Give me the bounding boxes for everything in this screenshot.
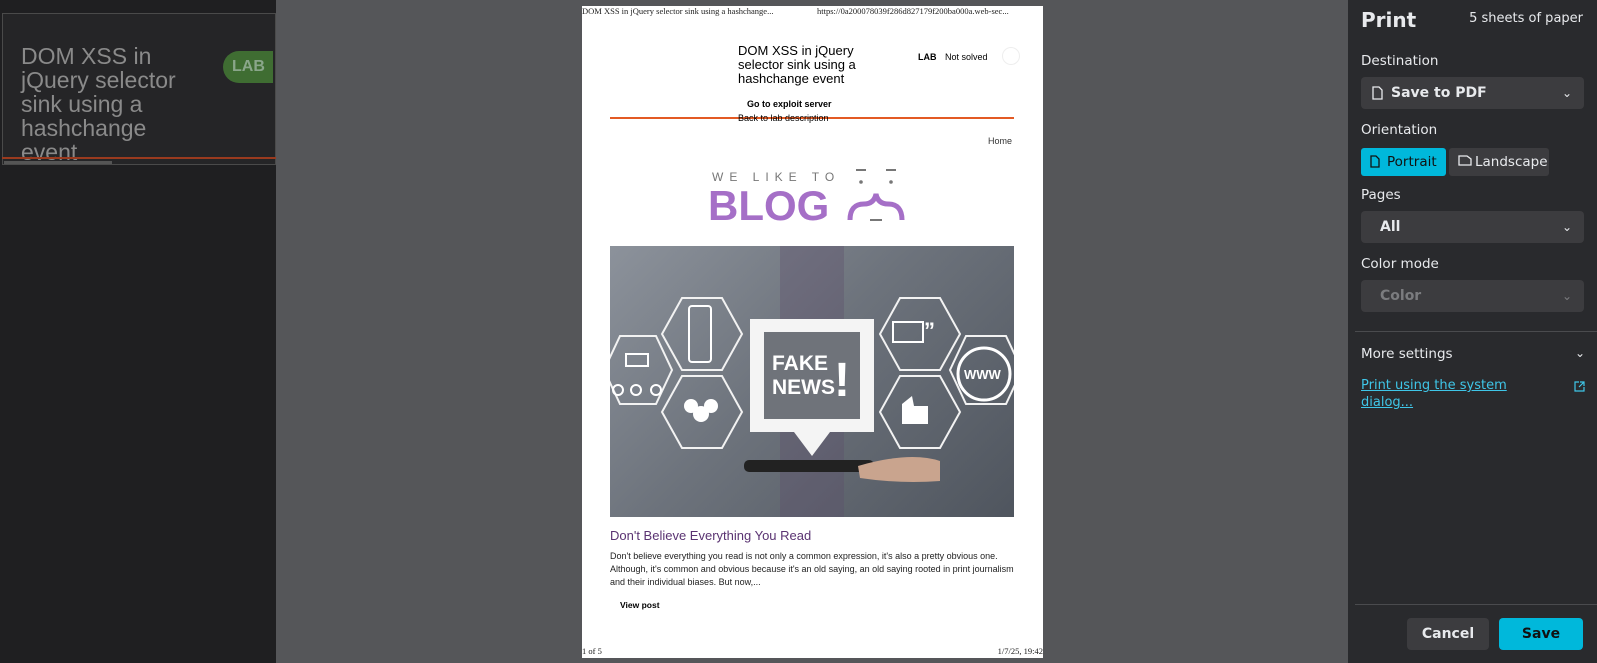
scroll-indicator — [4, 161, 112, 164]
system-dialog-link[interactable]: Print using the system dialog... — [1361, 377, 1521, 411]
color-mode-select[interactable]: Color ⌄ — [1361, 280, 1584, 312]
logo-face-icon — [847, 169, 905, 221]
destination-value: Save to PDF — [1391, 85, 1487, 101]
orientation-portrait-button[interactable]: Portrait — [1361, 148, 1446, 176]
color-mode-value: Color — [1380, 288, 1422, 304]
lab-status: Not solved — [945, 52, 988, 62]
lab-label: LAB — [918, 52, 937, 62]
back-to-description-link: Back to lab description — [738, 113, 829, 123]
banner-divider — [2, 157, 276, 159]
post-excerpt: Don't believe everything you read is not… — [610, 551, 1014, 587]
print-title: Print — [1361, 8, 1417, 32]
fake-news-line1: FAKE — [772, 352, 828, 375]
blog-logo: BLOG — [708, 182, 830, 229]
save-button[interactable]: Save — [1499, 618, 1583, 650]
exploit-server-link: Go to exploit server — [747, 99, 832, 109]
settings-divider — [1355, 331, 1597, 332]
page-footer-date: 1/7/25, 19:42 — [997, 646, 1043, 656]
orientation-landscape-button[interactable]: Landscape — [1449, 148, 1549, 176]
document-icon — [1372, 86, 1383, 100]
lab-banner: DOM XSS in jQuery selector sink using a … — [2, 13, 276, 165]
status-icon — [1002, 47, 1020, 65]
chevron-down-icon: ⌄ — [1561, 289, 1572, 303]
pages-label: Pages — [1361, 187, 1401, 203]
destination-label: Destination — [1361, 53, 1439, 69]
chevron-down-icon[interactable]: ⌄ — [1575, 346, 1585, 360]
landscape-icon — [1458, 155, 1472, 166]
more-settings-toggle[interactable]: More settings — [1361, 346, 1453, 362]
portrait-icon — [1370, 155, 1380, 168]
destination-select[interactable]: Save to PDF ⌄ — [1361, 77, 1584, 109]
landscape-label: Landscape — [1475, 154, 1548, 170]
page-footer-count: 1 of 5 — [582, 646, 602, 656]
home-link: Home — [988, 136, 1013, 146]
portrait-label: Portrait — [1387, 154, 1437, 170]
chevron-down-icon: ⌄ — [1561, 86, 1572, 100]
chevron-down-icon: ⌄ — [1561, 220, 1572, 234]
lab-title: DOM XSS in jQuery selector sink using a … — [738, 43, 856, 86]
fake-news-line2: NEWS — [772, 376, 835, 399]
post-hero-image: FAKE NEWS ! ” WWW — [610, 246, 1014, 517]
view-post-link: View post — [620, 600, 660, 610]
preview-page: DOM XSS in jQuery selector sink using a … — [582, 6, 1043, 658]
color-mode-label: Color mode — [1361, 256, 1439, 272]
background-page: DOM XSS in jQuery selector sink using a … — [0, 0, 276, 663]
orientation-label: Orientation — [1361, 122, 1438, 138]
svg-text:”: ” — [924, 318, 935, 343]
page-header-title: DOM XSS in jQuery selector sink using a … — [582, 6, 774, 16]
post-title: Don't Believe Everything You Read — [610, 528, 812, 543]
lab-badge: LAB — [223, 51, 273, 83]
fake-news-mark: ! — [834, 354, 850, 407]
fake-news-illustration: FAKE NEWS ! ” WWW — [610, 246, 1014, 517]
pages-select[interactable]: All ⌄ — [1361, 211, 1584, 243]
footer-divider — [1355, 604, 1597, 605]
cancel-button[interactable]: Cancel — [1407, 618, 1489, 650]
sheet-count: 5 sheets of paper — [1469, 11, 1583, 26]
lab-banner-title: DOM XSS in jQuery selector sink using a … — [21, 43, 176, 165]
print-settings-panel: Print 5 sheets of paper Destination Save… — [1348, 0, 1597, 663]
pages-value: All — [1380, 219, 1401, 235]
page-header-url: https://0a200078039f286d827179f200ba000a… — [817, 6, 1009, 16]
external-link-icon — [1574, 381, 1585, 392]
print-preview-area: DOM XSS in jQuery selector sink using a … — [276, 0, 1348, 663]
www-label: WWW — [964, 367, 1002, 382]
